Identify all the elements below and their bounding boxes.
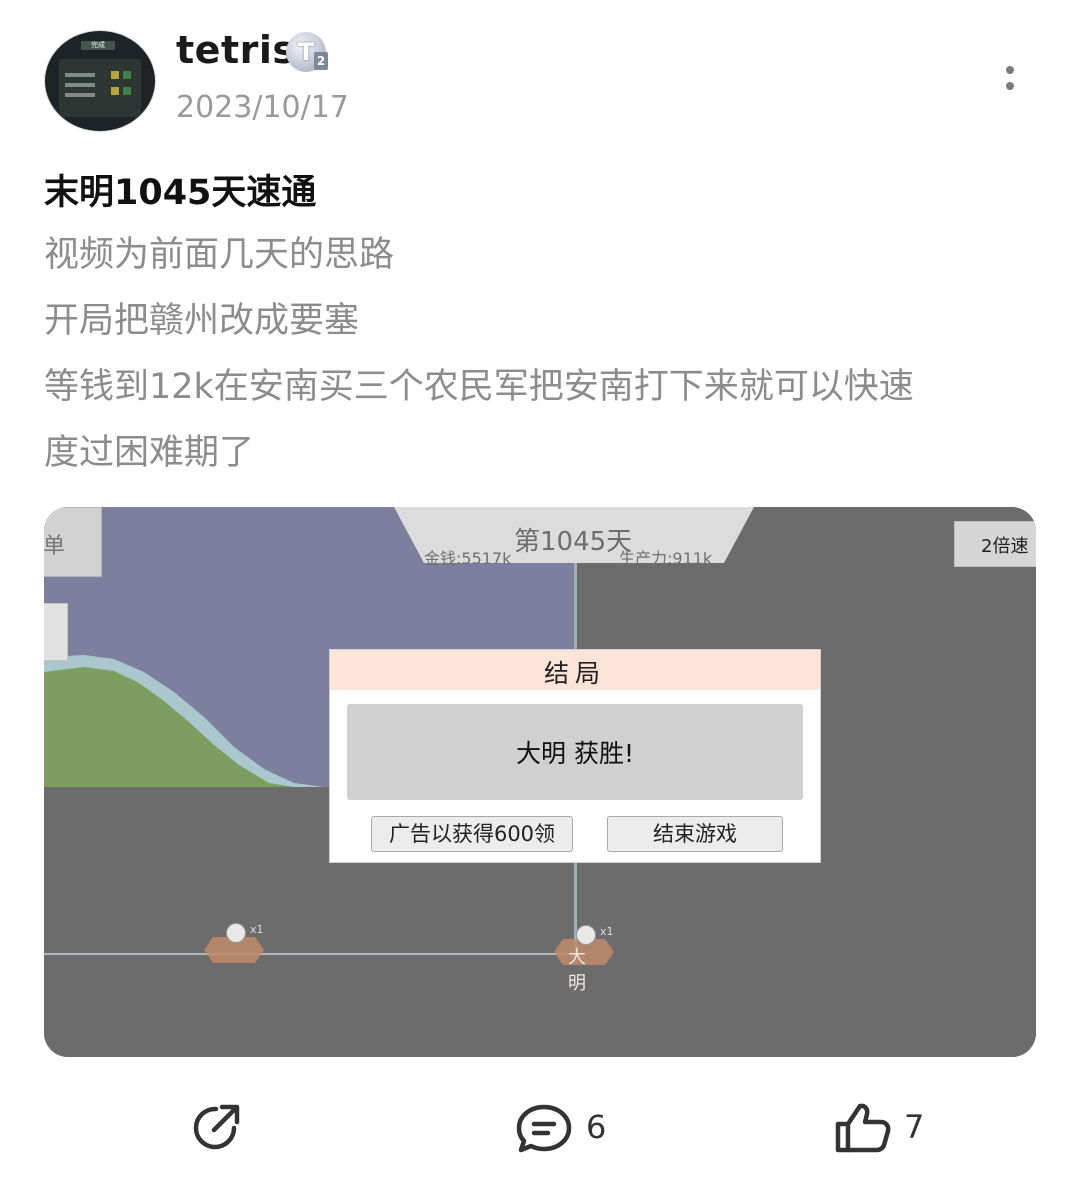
post-line: 视频为前面几天的思路 [44,235,395,275]
comment-button[interactable]: 6 [514,1100,614,1160]
post-line: 开局把赣州改成要塞 [44,301,360,341]
post-image[interactable]: 第1045天 金钱:5517k 生产力:911k 单 2倍速 x1 x1 大明 … [44,507,1036,1057]
unit-multiplier: x1 [600,925,614,938]
avatar-block [123,71,131,79]
badge-letter: T [297,38,315,66]
production-readout: 生产力:911k [619,549,713,568]
share-button[interactable] [188,1100,248,1160]
username[interactable]: tetris [176,28,296,72]
avatar-block [123,87,131,95]
avatar-text: 完成 [91,41,105,49]
post-title: 末明1045天速通 [44,173,317,213]
speed-button[interactable]: 2倍速 [954,521,1036,567]
watch-ad-button[interactable]: 广告以获得600领 [371,816,573,852]
avatar-row [65,73,95,77]
badge-sub: 2 [314,52,328,70]
left-side-button[interactable] [44,603,68,661]
level-badge-icon: T2 [286,32,328,72]
post-line: 度过困难期了 [44,433,255,473]
avatar-row [65,93,95,97]
thumbs-up-icon [835,1103,891,1153]
like-button[interactable]: 7 [834,1100,934,1160]
like-count: 7 [904,1108,925,1146]
ending-dialog: 结局 大明 获胜! 广告以获得600领 结束游戏 [329,649,821,863]
avatar-block [111,87,119,95]
unit-icon [226,923,246,943]
avatar-block [111,71,119,79]
avatar-row [65,83,95,87]
post-body: 视频为前面几天的思路 开局把赣州改成要塞 等钱到12k在安南买三个农民军把安南打… [44,222,1034,486]
comment-count: 6 [586,1108,607,1146]
share-icon [193,1104,240,1150]
day-counter: 第1045天 [514,527,633,557]
speed-label: 2倍速 [981,536,1029,557]
road-line [44,953,584,955]
dialog-title: 结局 [543,659,606,688]
avatar[interactable]: 完成 [44,30,156,132]
unit-name: 大明 [568,947,586,994]
end-game-button[interactable]: 结束游戏 [607,816,783,852]
left-menu-label: 单 [44,534,66,559]
avatar-title-bar: 完成 [81,41,115,50]
unit-icon [576,925,596,945]
more-options-icon[interactable] [990,58,1030,98]
money-readout: 金钱:5517k [424,549,512,568]
left-menu-button[interactable]: 单 [44,507,102,577]
post-date: 2023/10/17 [176,90,349,125]
unit-multiplier: x1 [250,923,264,936]
post-line: 等钱到12k在安南买三个农民军把安南打下来就可以快速 [44,367,914,407]
comment-icon [516,1104,572,1153]
dialog-message-box: 大明 获胜! [347,704,803,800]
dialog-message: 大明 获胜! [516,739,634,768]
